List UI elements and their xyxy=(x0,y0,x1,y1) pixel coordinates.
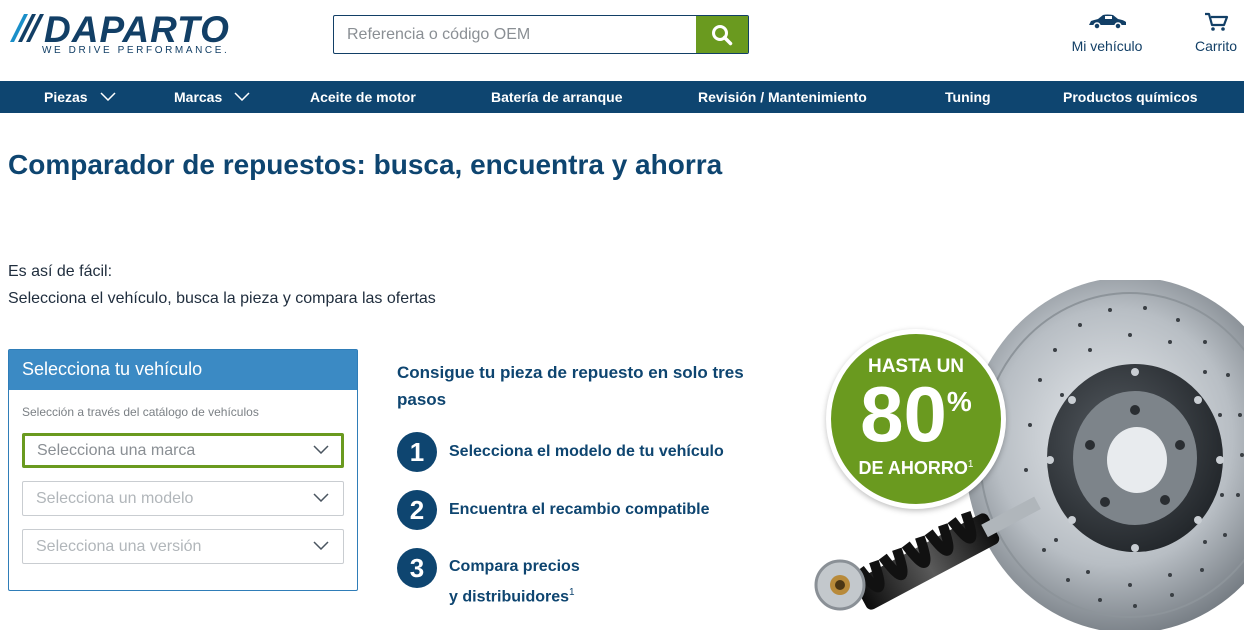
brand-select-placeholder: Selecciona una marca xyxy=(37,442,196,459)
footnote-marker: 1 xyxy=(967,459,974,470)
version-select[interactable]: Selecciona una versión xyxy=(22,529,344,564)
nav-item-bateria-de-arranque[interactable]: Batería de arranque xyxy=(491,81,623,113)
step-number: 3 xyxy=(397,548,437,588)
nav-item-aceite-de-motor[interactable]: Aceite de motor xyxy=(310,81,416,113)
cart-link[interactable]: Carrito xyxy=(1190,12,1242,54)
intro-line-2: Selecciona el vehículo, busca la pieza y… xyxy=(8,290,436,307)
search-input[interactable] xyxy=(334,16,696,53)
vehicle-selector-subtitle: Selección a través del catálogo de vehíc… xyxy=(22,405,259,419)
savings-badge-line-2: DE AHORRO1 xyxy=(831,458,1001,479)
chevron-down-icon xyxy=(313,445,329,454)
step-text: Compara precios y distribuidores1 xyxy=(449,554,580,610)
step-text-line-2: y distribuidores1 xyxy=(449,580,580,610)
savings-percent-value: 80 xyxy=(860,370,947,458)
intro-text: Es así de fácil: Selecciona el vehículo,… xyxy=(8,258,436,312)
nav-label: Piezas xyxy=(44,89,88,105)
chevron-down-icon xyxy=(313,541,329,550)
site-header: DAPARTO WE DRIVE PERFORMANCE. Mi vehícul… xyxy=(0,0,1244,81)
daparto-logo[interactable]: DAPARTO WE DRIVE PERFORMANCE. xyxy=(8,10,258,60)
search-icon xyxy=(712,24,733,45)
step-text-line-1: Compara precios xyxy=(449,558,580,575)
brand-select[interactable]: Selecciona una marca xyxy=(22,433,344,468)
page-title: Comparador de repuestos: busca, encuentr… xyxy=(8,149,723,180)
savings-percent-unit: % xyxy=(946,386,972,417)
footnote-marker: 1 xyxy=(569,587,575,598)
intro-line-1: Es así de fácil: xyxy=(8,263,113,280)
cart-label: Carrito xyxy=(1194,38,1237,54)
logo-tagline: WE DRIVE PERFORMANCE. xyxy=(42,45,230,56)
nav-item-piezas[interactable]: Piezas xyxy=(44,81,116,113)
search-bar xyxy=(333,15,749,54)
nav-item-revision-mantenimiento[interactable]: Revisión / Mantenimiento xyxy=(698,81,867,113)
nav-label: Marcas xyxy=(174,89,223,105)
savings-badge-line-2-label: DE AHORRO xyxy=(858,458,968,478)
nav-item-tuning[interactable]: Tuning xyxy=(945,81,991,113)
chevron-down-icon xyxy=(313,493,329,502)
car-icon xyxy=(1089,14,1126,30)
step-text: Encuentra el recambio compatible xyxy=(449,501,710,518)
my-vehicle-label: Mi vehículo xyxy=(1071,38,1143,54)
nav-item-marcas[interactable]: Marcas xyxy=(174,81,250,113)
search-button[interactable] xyxy=(696,16,748,53)
model-select-placeholder: Selecciona un modelo xyxy=(36,490,194,507)
vehicle-selector-title: Selecciona tu vehículo xyxy=(9,350,357,390)
logo-slashes-icon xyxy=(10,14,44,42)
logo-wordmark: DAPARTO xyxy=(44,9,230,50)
chevron-down-icon xyxy=(100,92,116,102)
model-select[interactable]: Selecciona un modelo xyxy=(22,481,344,516)
main-nav: Piezas Marcas Aceite de motor Batería de… xyxy=(0,81,1244,113)
my-vehicle-link[interactable]: Mi vehículo xyxy=(1068,12,1146,54)
vehicle-selector-panel: Selecciona tu vehículo Selección a travé… xyxy=(8,349,358,591)
step-text-line-2-label: y distribuidores xyxy=(449,588,570,606)
savings-badge-value: 80% xyxy=(831,372,1001,456)
step-number: 2 xyxy=(397,490,437,530)
version-select-placeholder: Selecciona una versión xyxy=(36,538,202,555)
steps-title: Consigue tu pieza de repuesto en solo tr… xyxy=(397,363,744,409)
step-number: 1 xyxy=(397,432,437,472)
savings-badge: HASTA UN 80% DE AHORRO1 xyxy=(826,329,1006,509)
step-text: Selecciona el modelo de tu vehículo xyxy=(449,443,724,460)
nav-item-productos-quimicos[interactable]: Productos químicos xyxy=(1063,81,1198,113)
chevron-down-icon xyxy=(234,92,250,102)
cart-icon xyxy=(1205,12,1229,31)
